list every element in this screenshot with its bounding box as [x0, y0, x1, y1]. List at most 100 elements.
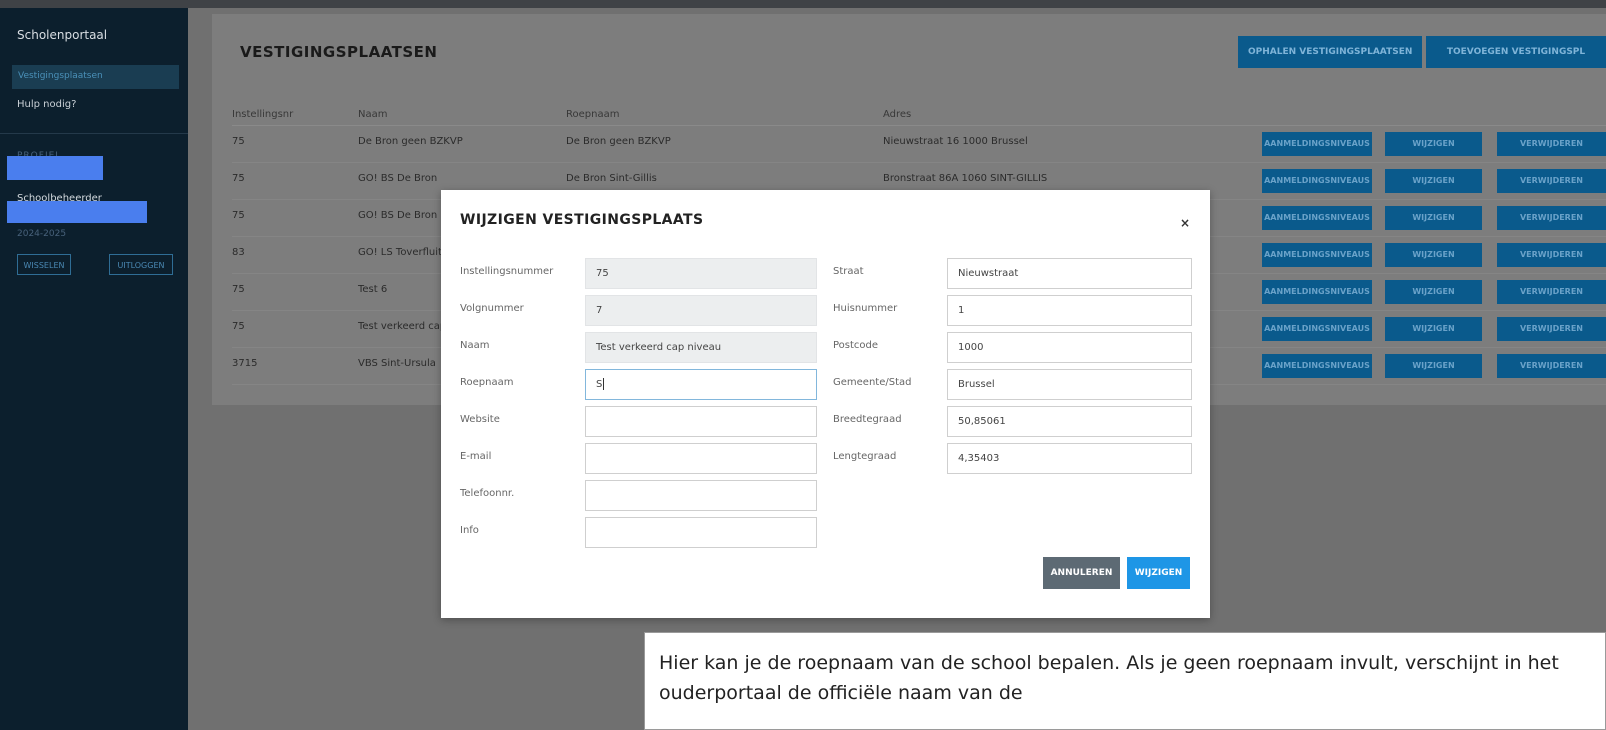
column-header-nr[interactable]: Instellingsnr [232, 109, 293, 120]
levels-button[interactable]: AANMELDINGSNIVEAUS [1262, 243, 1372, 267]
delete-button[interactable]: VERWIJDEREN [1497, 169, 1606, 193]
edit-button[interactable]: WIJZIGEN [1385, 354, 1482, 378]
cell-naam: Test 6 [358, 284, 388, 295]
delete-button[interactable]: VERWIJDEREN [1497, 132, 1606, 156]
sidebar-item-vestigingsplaatsen[interactable]: Vestigingsplaatsen [12, 65, 179, 89]
cell-naam: De Bron geen BZKVP [358, 136, 463, 147]
edit-button[interactable]: WIJZIGEN [1385, 280, 1482, 304]
field-input-roepnaam[interactable]: S [585, 369, 817, 400]
field-label: Postcode [833, 340, 879, 351]
delete-button[interactable]: VERWIJDEREN [1497, 243, 1606, 267]
levels-button[interactable]: AANMELDINGSNIVEAUS [1262, 354, 1372, 378]
cell-instellingsnr: 75 [232, 321, 245, 332]
window-top-bar [0, 0, 1606, 8]
column-header-naam[interactable]: Naam [358, 109, 387, 120]
field-input-postcode[interactable]: 1000 [947, 332, 1192, 363]
text-cursor [603, 378, 605, 390]
field-value: 75 [596, 268, 609, 279]
column-header-roepnaam[interactable]: Roepnaam [566, 109, 619, 120]
column-header-adres[interactable]: Adres [883, 109, 911, 120]
field-value: 4,35403 [958, 453, 1000, 464]
cell-instellingsnr: 75 [232, 210, 245, 221]
fetch-locations-button[interactable]: OPHALEN VESTIGINGSPLAATSEN [1238, 36, 1423, 68]
edit-location-dialog: WIJZIGEN VESTIGINGSPLAATS × Instellingsn… [441, 190, 1210, 618]
field-label: Lengtegraad [833, 451, 897, 462]
redacted-school-name [7, 156, 103, 180]
field-input-gemeente-stad[interactable]: Brussel [947, 369, 1192, 400]
add-location-button[interactable]: TOEVOEGEN VESTIGINGSPL [1426, 36, 1606, 68]
logout-button[interactable]: UITLOGGEN [109, 254, 173, 275]
field-input-instellingsnummer[interactable]: 75 [585, 258, 817, 289]
field-input-telefoonnr[interactable] [585, 480, 817, 511]
field-value: 7 [596, 305, 603, 316]
field-label: Straat [833, 266, 864, 277]
cell-naam: Test verkeerd cap [358, 321, 447, 332]
cell-naam: GO! LS Toverfluit [358, 247, 442, 258]
delete-button[interactable]: VERWIJDEREN [1497, 206, 1606, 230]
page-title: VESTIGINGSPLAATSEN [240, 43, 438, 61]
sidebar-item-help[interactable]: Hulp nodig? [17, 99, 76, 110]
field-label: Instellingsnummer [460, 266, 554, 277]
levels-button[interactable]: AANMELDINGSNIVEAUS [1262, 206, 1372, 230]
edit-button[interactable]: WIJZIGEN [1385, 206, 1482, 230]
levels-button[interactable]: AANMELDINGSNIVEAUS [1262, 169, 1372, 193]
switch-button[interactable]: WISSELEN [17, 254, 71, 275]
cancel-button[interactable]: ANNULEREN [1043, 557, 1120, 589]
redacted-user-name [7, 201, 147, 223]
field-input-straat[interactable]: Nieuwstraat [947, 258, 1192, 289]
edit-button[interactable]: WIJZIGEN [1385, 317, 1482, 341]
dialog-title: WIJZIGEN VESTIGINGSPLAATS [460, 212, 704, 228]
field-label: Roepnaam [460, 377, 514, 388]
edit-button[interactable]: WIJZIGEN [1385, 243, 1482, 267]
field-label: Naam [460, 340, 490, 351]
field-label: Info [460, 525, 479, 536]
levels-button[interactable]: AANMELDINGSNIVEAUS [1262, 280, 1372, 304]
sidebar-item-label: Vestigingsplaatsen [18, 71, 103, 81]
field-label: Website [460, 414, 500, 425]
cell-roepnaam: De Bron geen BZKVP [566, 136, 671, 147]
field-input-website[interactable] [585, 406, 817, 437]
field-input-info[interactable] [585, 517, 817, 548]
field-label: Telefoonnr. [460, 488, 515, 499]
close-icon[interactable]: × [1180, 216, 1190, 230]
field-value: 1000 [958, 342, 984, 353]
sidebar-divider [0, 133, 188, 134]
cell-naam: GO! BS De Bron [358, 210, 438, 221]
delete-button[interactable]: VERWIJDEREN [1497, 354, 1606, 378]
field-input-breedtegraad[interactable]: 50,85061 [947, 406, 1192, 437]
table-row: 75 De Bron geen BZKVP De Bron geen BZKVP Ni… [212, 126, 1606, 163]
cell-instellingsnr: 75 [232, 284, 245, 295]
field-value: 1 [958, 305, 965, 316]
field-value: Nieuwstraat [958, 268, 1019, 279]
levels-button[interactable]: AANMELDINGSNIVEAUS [1262, 317, 1372, 341]
field-label: Volgnummer [460, 303, 524, 314]
field-value: Test verkeerd cap niveau [596, 342, 722, 353]
submit-button[interactable]: WIJZIGEN [1127, 557, 1190, 589]
cell-naam: GO! BS De Bron [358, 173, 438, 184]
field-input-lengtegraad[interactable]: 4,35403 [947, 443, 1192, 474]
cell-instellingsnr: 75 [232, 136, 245, 147]
cell-adres: Nieuwstraat 16 1000 Brussel [883, 136, 1028, 147]
field-input-volgnummer[interactable]: 7 [585, 295, 817, 326]
field-input-naam[interactable]: Test verkeerd cap niveau [585, 332, 817, 363]
field-label: E-mail [460, 451, 492, 462]
sidebar: Scholenportaal Vestigingsplaatsen Hulp n… [0, 8, 188, 730]
cell-roepnaam: De Bron Sint-Gillis [566, 173, 657, 184]
field-label: Huisnummer [833, 303, 898, 314]
levels-button[interactable]: AANMELDINGSNIVEAUS [1262, 132, 1372, 156]
field-label: Gemeente/Stad [833, 377, 912, 388]
edit-button[interactable]: WIJZIGEN [1385, 169, 1482, 193]
cell-adres: Bronstraat 86A 1060 SINT-GILLIS [883, 173, 1048, 184]
cell-instellingsnr: 75 [232, 173, 245, 184]
cell-naam: VBS Sint-Ursula [358, 358, 436, 369]
help-callout: Hier kan je de roepnaam van de school be… [644, 632, 1606, 730]
delete-button[interactable]: VERWIJDEREN [1497, 317, 1606, 341]
field-input-e-mail[interactable] [585, 443, 817, 474]
field-label: Breedtegraad [833, 414, 902, 425]
field-value: Brussel [958, 379, 995, 390]
cell-instellingsnr: 83 [232, 247, 245, 258]
edit-button[interactable]: WIJZIGEN [1385, 132, 1482, 156]
field-value: 50,85061 [958, 416, 1006, 427]
field-input-huisnummer[interactable]: 1 [947, 295, 1192, 326]
delete-button[interactable]: VERWIJDEREN [1497, 280, 1606, 304]
